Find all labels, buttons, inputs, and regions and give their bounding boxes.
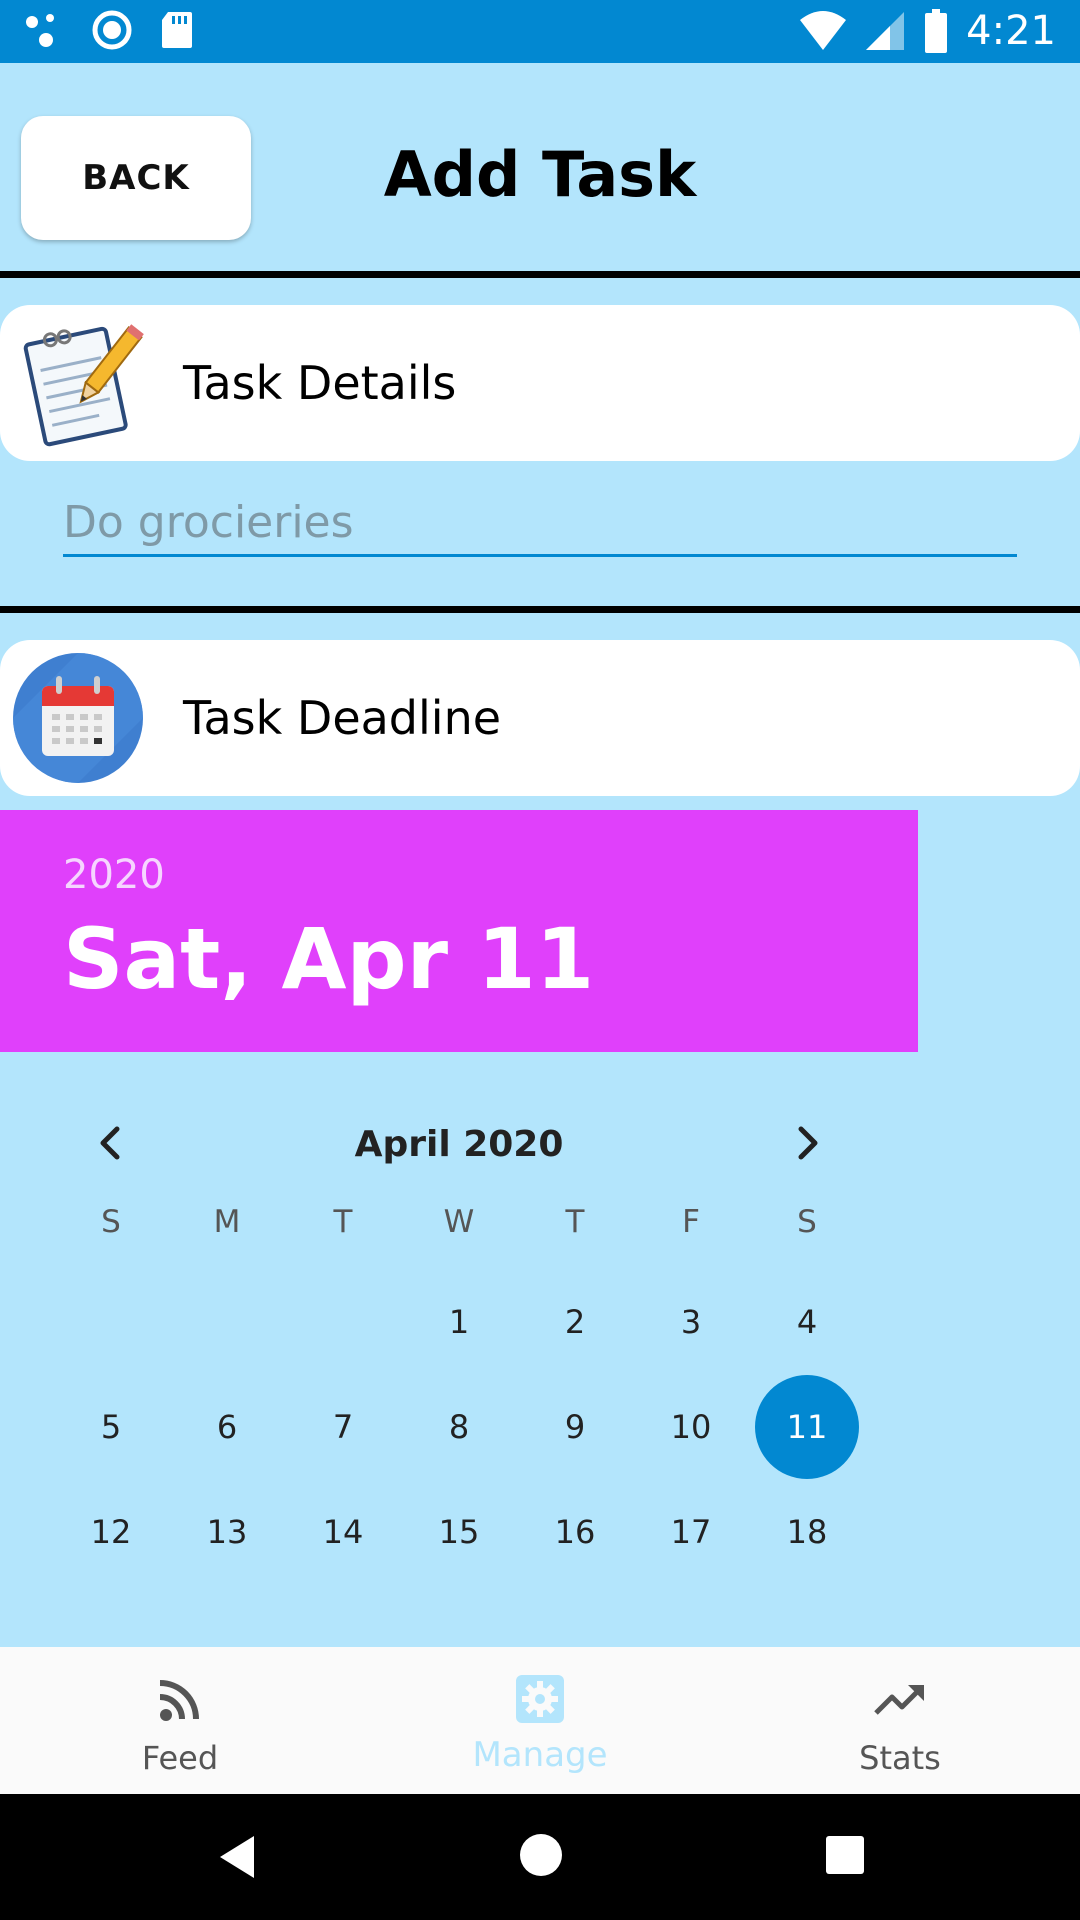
calendar-day[interactable]: 8 bbox=[407, 1375, 511, 1479]
battery-icon bbox=[925, 9, 948, 53]
calendar-day[interactable]: 1 bbox=[407, 1270, 511, 1374]
system-navigation-bar bbox=[0, 1794, 1080, 1920]
selected-date[interactable]: Sat, Apr 11 bbox=[63, 910, 594, 1008]
weekday-label: W bbox=[443, 1204, 475, 1240]
calendar-day[interactable]: 3 bbox=[639, 1270, 743, 1374]
task-deadline-card: Task Deadline bbox=[0, 640, 1080, 796]
weekday-label: T bbox=[333, 1204, 353, 1240]
nav-label-feed: Feed bbox=[141, 1739, 219, 1777]
calendar-day[interactable]: 12 bbox=[59, 1480, 163, 1584]
home-circle-icon[interactable] bbox=[518, 1832, 564, 1878]
calendar-day[interactable]: 18 bbox=[755, 1480, 859, 1584]
calendar-day-selected[interactable]: 11 bbox=[755, 1375, 859, 1479]
selected-year[interactable]: 2020 bbox=[63, 852, 165, 898]
nav-item-stats[interactable]: Stats bbox=[720, 1647, 1080, 1794]
nav-label-manage: Manage bbox=[472, 1735, 608, 1775]
rss-feed-icon bbox=[159, 1680, 199, 1721]
weekday-label: S bbox=[797, 1204, 817, 1240]
weekday-label: S bbox=[101, 1204, 121, 1240]
calendar-day[interactable]: 17 bbox=[639, 1480, 743, 1584]
date-picker-header: 2020 Sat, Apr 11 bbox=[0, 810, 918, 1052]
trending-up-icon bbox=[874, 1685, 924, 1715]
weekday-label: M bbox=[213, 1204, 241, 1240]
calendar-day[interactable]: 14 bbox=[291, 1480, 395, 1584]
weekday-label: F bbox=[682, 1204, 700, 1240]
calendar-day[interactable]: 2 bbox=[523, 1270, 627, 1374]
next-month-button[interactable] bbox=[774, 1110, 840, 1176]
bottom-navigation: Feed Manage Stats bbox=[0, 1647, 1080, 1794]
nav-item-manage[interactable]: Manage bbox=[360, 1647, 720, 1794]
chevron-right-icon bbox=[798, 1126, 818, 1160]
task-deadline-label: Task Deadline bbox=[183, 691, 502, 745]
calendar-day[interactable]: 9 bbox=[523, 1375, 627, 1479]
wifi-icon bbox=[800, 11, 847, 50]
sd-card-icon bbox=[162, 12, 192, 48]
weekday-label: T bbox=[565, 1204, 585, 1240]
back-button[interactable]: BACK bbox=[21, 116, 251, 240]
status-bar: 4:21 bbox=[0, 0, 1080, 63]
nav-label-stats: Stats bbox=[859, 1739, 941, 1777]
recents-square-icon[interactable] bbox=[824, 1834, 866, 1876]
calendar-day[interactable]: 5 bbox=[59, 1375, 163, 1479]
notepad-pencil-icon bbox=[23, 324, 144, 447]
divider bbox=[0, 606, 1080, 613]
calendar-day[interactable]: 16 bbox=[523, 1480, 627, 1584]
divider bbox=[0, 271, 1080, 278]
gear-icon bbox=[516, 1675, 564, 1723]
calendar-icon bbox=[13, 653, 143, 783]
clock: 4:21 bbox=[966, 8, 1056, 54]
back-triangle-icon[interactable] bbox=[214, 1832, 262, 1882]
task-details-label: Task Details bbox=[183, 356, 457, 410]
task-details-card: Task Details bbox=[0, 305, 1080, 461]
task-details-input[interactable] bbox=[63, 490, 1017, 557]
page-title: Add Task bbox=[383, 138, 697, 211]
calendar-day[interactable]: 7 bbox=[291, 1375, 395, 1479]
calendar-day[interactable]: 10 bbox=[639, 1375, 743, 1479]
nav-item-feed[interactable]: Feed bbox=[0, 1647, 360, 1794]
calendar-day[interactable]: 4 bbox=[755, 1270, 859, 1374]
record-notification-icon bbox=[92, 10, 132, 50]
signal-icon bbox=[866, 12, 905, 50]
dots-notification-icon bbox=[26, 14, 54, 47]
header: BACK Add Task bbox=[0, 63, 1080, 271]
calendar-day[interactable]: 13 bbox=[175, 1480, 279, 1584]
calendar-day[interactable]: 15 bbox=[407, 1480, 511, 1584]
calendar-day[interactable]: 6 bbox=[175, 1375, 279, 1479]
month-navigation: April 2020 bbox=[0, 1110, 918, 1176]
